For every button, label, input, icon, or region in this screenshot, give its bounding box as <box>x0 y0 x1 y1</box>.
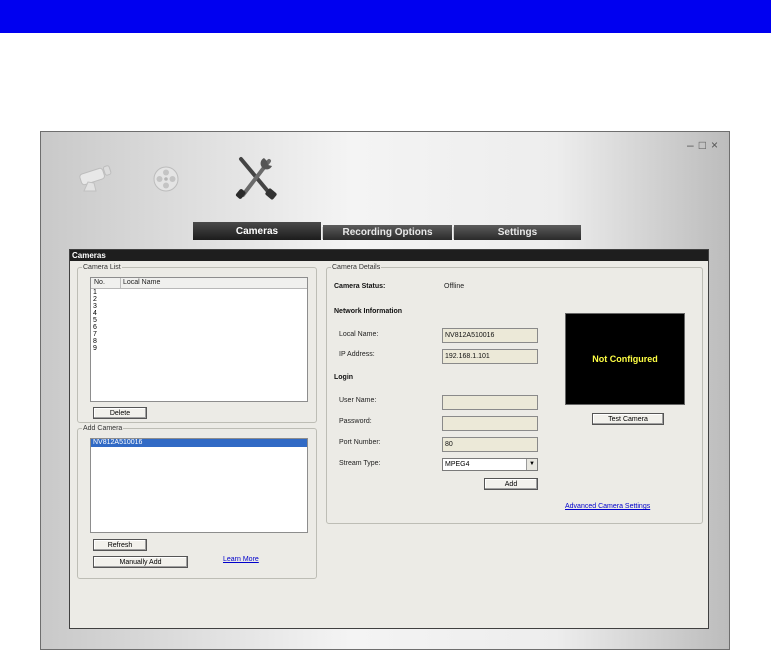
ip-address-label: IP Address: <box>339 351 375 358</box>
list-item[interactable]: 6 <box>91 324 307 331</box>
chevron-down-icon[interactable]: ▼ <box>526 459 537 470</box>
close-icon[interactable]: × <box>711 138 723 152</box>
delete-button[interactable]: Delete <box>93 407 147 419</box>
column-local-name[interactable]: Local Name <box>123 279 160 286</box>
add-camera-legend: Add Camera <box>83 425 123 432</box>
camera-details-group: Camera Details Camera Status: Offline Ne… <box>326 264 703 524</box>
column-divider[interactable] <box>120 278 121 288</box>
local-name-field[interactable]: NV812A510016 <box>442 328 538 343</box>
advanced-camera-settings-link[interactable]: Advanced Camera Settings <box>565 503 650 510</box>
list-item[interactable]: 7 <box>91 331 307 338</box>
camera-status-label: Camera Status: <box>334 283 386 290</box>
list-item[interactable]: 1 <box>91 289 307 296</box>
camera-icon[interactable] <box>74 165 122 198</box>
tools-icon[interactable] <box>233 155 279 206</box>
camera-status-value: Offline <box>444 283 465 290</box>
list-item[interactable]: 2 <box>91 296 307 303</box>
list-item[interactable]: 5 <box>91 317 307 324</box>
local-name-label: Local Name: <box>339 331 379 338</box>
camera-list-group: Camera List No. Local Name 1 2 3 4 5 6 7… <box>77 264 317 423</box>
tab-bar: Cameras Recording Options Settings <box>193 222 581 240</box>
panel-title: Cameras <box>70 250 708 261</box>
login-heading: Login <box>334 374 354 381</box>
port-number-field[interactable]: 80 <box>442 437 538 452</box>
tab-settings[interactable]: Settings <box>454 225 581 240</box>
add-camera-group: Add Camera NV812A510016 Refresh Manually… <box>77 425 317 579</box>
test-camera-button[interactable]: Test Camera <box>592 413 664 425</box>
learn-more-link[interactable]: Learn More <box>223 556 259 563</box>
manually-add-button[interactable]: Manually Add <box>93 556 188 568</box>
film-reel-icon[interactable] <box>152 165 180 198</box>
list-item[interactable]: 9 <box>91 345 307 352</box>
stream-type-label: Stream Type: <box>339 460 381 467</box>
add-button[interactable]: Add <box>484 478 538 490</box>
minimize-icon[interactable]: – <box>687 138 699 152</box>
list-item-selected[interactable]: NV812A510016 <box>91 439 307 447</box>
top-banner <box>0 0 771 33</box>
camera-list-legend: Camera List <box>83 264 121 271</box>
discovered-camera-list[interactable]: NV812A510016 <box>90 438 308 533</box>
password-field[interactable] <box>442 416 538 431</box>
cameras-panel: Cameras Camera List No. Local Name 1 2 3… <box>69 249 709 629</box>
list-item[interactable]: 8 <box>91 338 307 345</box>
password-label: Password: <box>339 418 372 425</box>
camera-list[interactable]: No. Local Name 1 2 3 4 5 6 7 8 9 <box>90 277 308 402</box>
list-item[interactable]: 4 <box>91 310 307 317</box>
window-controls: –□× <box>687 138 723 152</box>
list-item[interactable]: 3 <box>91 303 307 310</box>
column-no[interactable]: No. <box>94 279 105 286</box>
port-number-label: Port Number: <box>339 439 381 446</box>
network-information-heading: Network Information <box>334 308 403 315</box>
refresh-button[interactable]: Refresh <box>93 539 147 551</box>
user-name-field[interactable] <box>442 395 538 410</box>
camera-details-legend: Camera Details <box>332 264 381 271</box>
tab-cameras[interactable]: Cameras <box>193 222 321 240</box>
user-name-label: User Name: <box>339 397 377 404</box>
stream-type-select[interactable]: MPEG4 ▼ <box>442 458 538 471</box>
camera-preview: Not Configured <box>565 313 685 405</box>
stream-type-value: MPEG4 <box>445 461 470 468</box>
app-window: –□× Cameras Recording Options Settings C… <box>40 131 730 650</box>
ip-address-field[interactable]: 192.168.1.101 <box>442 349 538 364</box>
list-header: No. Local Name <box>91 278 307 289</box>
tab-recording-options[interactable]: Recording Options <box>323 225 452 240</box>
maximize-icon[interactable]: □ <box>699 138 711 152</box>
